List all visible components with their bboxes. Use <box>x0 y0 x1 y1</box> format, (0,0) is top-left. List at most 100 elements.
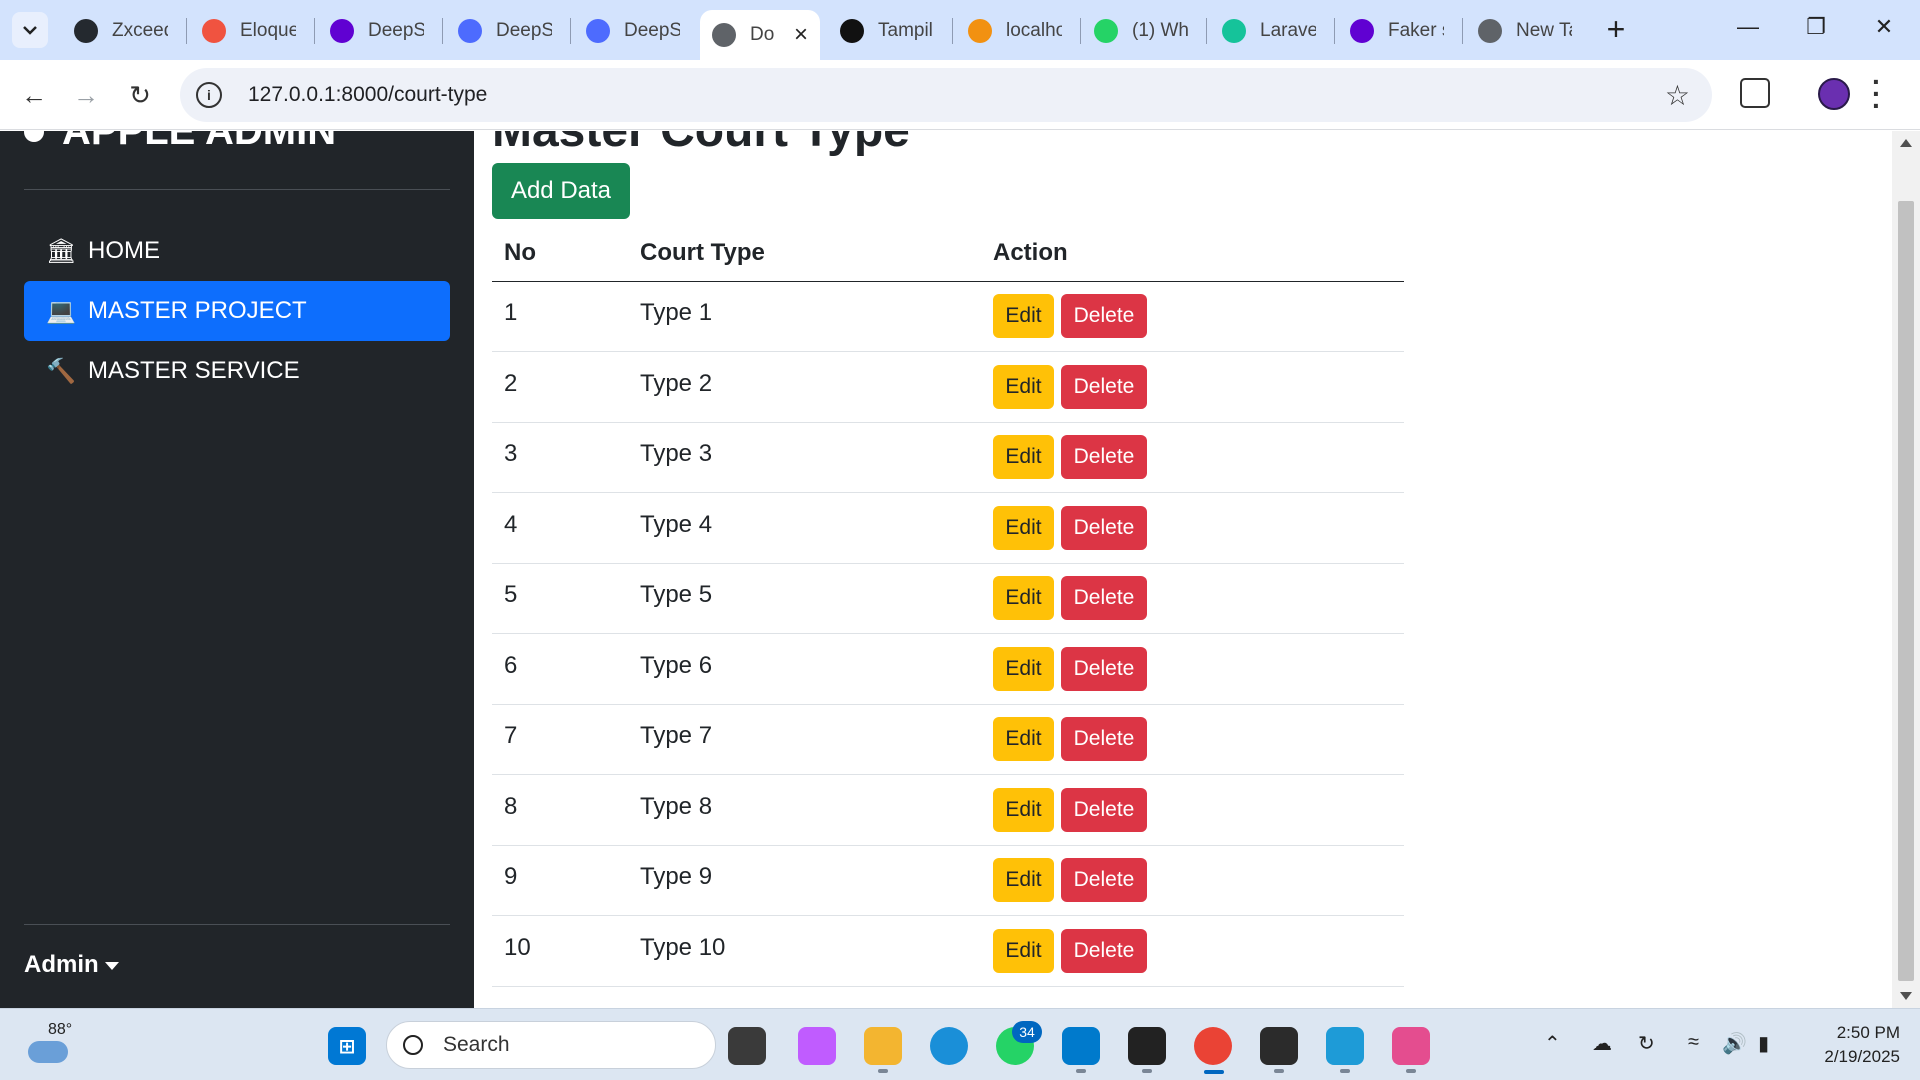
restore-button[interactable]: ❐ <box>1798 14 1834 46</box>
close-window-button[interactable]: ✕ <box>1866 14 1902 46</box>
action-cell: Edit Delete <box>981 422 1404 493</box>
browser-menu-icon[interactable]: · · · <box>1872 68 1881 120</box>
tab-separator <box>186 18 187 44</box>
add-data-button[interactable]: Add Data <box>492 163 630 219</box>
app-icon[interactable] <box>1392 1027 1430 1065</box>
browser-tab[interactable]: Do × <box>700 10 820 60</box>
brand[interactable]: APPLE ADMIN <box>24 131 336 154</box>
delete-button[interactable]: Delete <box>1061 294 1147 339</box>
browser-tab[interactable]: Laravel <box>1210 10 1328 52</box>
delete-button[interactable]: Delete <box>1061 787 1147 832</box>
extensions-icon[interactable] <box>1740 78 1770 108</box>
browser-tab[interactable]: Faker s <box>1338 10 1456 52</box>
browser-tab[interactable]: New Ta <box>1466 10 1584 52</box>
edit-button[interactable]: Edit <box>993 787 1054 832</box>
battery-icon[interactable]: ▮ <box>1758 1031 1769 1056</box>
scroll-down-icon[interactable] <box>1900 992 1912 1000</box>
terminal-icon[interactable] <box>1260 1027 1298 1065</box>
page-scrollbar[interactable] <box>1892 131 1920 1008</box>
row-number: 1 <box>492 281 628 352</box>
action-cell: Edit Delete <box>981 563 1404 634</box>
delete-button[interactable]: Delete <box>1061 435 1147 480</box>
browser-tab[interactable]: DeepSe <box>446 10 564 52</box>
edit-button[interactable]: Edit <box>993 294 1054 339</box>
chrome-icon[interactable] <box>1194 1027 1232 1065</box>
tab-title: localho <box>1006 20 1062 41</box>
sidebar-item-master-service[interactable]: 🔨 MASTER SERVICE <box>24 341 450 401</box>
delete-button[interactable]: Delete <box>1061 576 1147 621</box>
tab-title: Eloquer <box>240 20 296 41</box>
table-row: 1 Type 1 Edit Delete <box>492 281 1404 352</box>
profile-avatar[interactable] <box>1818 78 1850 110</box>
browser-tab[interactable]: (1) Wha <box>1082 10 1200 52</box>
file-explorer-icon[interactable] <box>864 1027 902 1065</box>
site-info-icon[interactable]: i <box>196 82 222 108</box>
sidebar-item-label: MASTER SERVICE <box>88 357 300 384</box>
edit-button[interactable]: Edit <box>993 858 1054 903</box>
browser-tab[interactable]: Eloquer <box>190 10 308 52</box>
bookmark-star-icon[interactable]: ☆ <box>1665 79 1690 112</box>
edit-button[interactable]: Edit <box>993 505 1054 550</box>
edit-button[interactable]: Edit <box>993 364 1054 409</box>
delete-button[interactable]: Delete <box>1061 505 1147 550</box>
vscode-icon[interactable] <box>1062 1027 1100 1065</box>
new-tab-button[interactable]: + <box>1598 12 1634 48</box>
browser-tab[interactable]: localho <box>956 10 1074 52</box>
edit-button[interactable]: Edit <box>993 646 1054 691</box>
column-header-court-type: Court Type <box>628 225 981 282</box>
edit-button[interactable]: Edit <box>993 576 1054 621</box>
omnibox[interactable]: i 127.0.0.1:8000/court-type ☆ <box>180 68 1712 122</box>
delete-button[interactable]: Delete <box>1061 928 1147 973</box>
running-indicator <box>1340 1069 1350 1073</box>
table-row: 7 Type 7 Edit Delete <box>492 704 1404 775</box>
taskbar: 88° ⊞ Search 34 ⌃ ☁ ↻ ≈ 🔊 ▮ 2:50 PM 2/19… <box>0 1008 1920 1080</box>
back-button[interactable]: ← <box>16 77 52 113</box>
taskbar-search[interactable]: Search <box>386 1021 716 1069</box>
copilot-icon[interactable] <box>798 1027 836 1065</box>
reload-button[interactable]: ↻ <box>122 77 158 113</box>
volume-icon[interactable]: 🔊 <box>1722 1031 1747 1056</box>
table-row: 2 Type 2 Edit Delete <box>492 351 1404 423</box>
start-menu-icon[interactable]: ⊞ <box>328 1027 366 1065</box>
sidebar-item-home[interactable]: 🏛 HOME <box>24 221 450 281</box>
scroll-up-icon[interactable] <box>1900 139 1912 147</box>
sync-icon[interactable]: ↻ <box>1638 1031 1655 1056</box>
delete-button[interactable]: Delete <box>1061 646 1147 691</box>
edit-button[interactable]: Edit <box>993 928 1054 973</box>
app-icon[interactable] <box>1326 1027 1364 1065</box>
sidebar-item-master-project[interactable]: 💻 MASTER PROJECT <box>24 281 450 341</box>
table-row: 10 Type 10 Edit Delete <box>492 915 1404 987</box>
edit-button[interactable]: Edit <box>993 435 1054 480</box>
delete-button[interactable]: Delete <box>1061 364 1147 409</box>
chevron-up-icon[interactable]: ⌃ <box>1544 1031 1561 1056</box>
edge-icon[interactable] <box>930 1027 968 1065</box>
sidebar-item-label: MASTER PROJECT <box>88 297 307 324</box>
browser-tab[interactable]: DeepSe <box>574 10 692 52</box>
laptop-icon: 💻 <box>46 297 76 325</box>
page-viewport: APPLE ADMIN 🏛 HOME 💻 MASTER PROJECT 🔨 MA… <box>0 131 1920 1008</box>
onedrive-icon[interactable]: ☁ <box>1592 1031 1612 1056</box>
browser-tab[interactable]: Zxceed <box>62 10 180 52</box>
delete-button[interactable]: Delete <box>1061 717 1147 762</box>
task-view-icon[interactable] <box>728 1027 766 1065</box>
apple-logo-icon <box>24 131 44 142</box>
app-icon[interactable] <box>1128 1027 1166 1065</box>
forward-button[interactable]: → <box>68 77 104 113</box>
wifi-icon[interactable]: ≈ <box>1688 1031 1699 1054</box>
action-cell: Edit Delete <box>981 915 1404 987</box>
court-type-cell: Type 1 <box>628 281 981 352</box>
caret-down-icon <box>104 961 119 970</box>
tab-separator <box>952 18 953 44</box>
tab-favicon-icon <box>968 19 992 43</box>
scrollbar-thumb[interactable] <box>1898 201 1914 981</box>
user-dropdown[interactable]: Admin <box>24 951 119 979</box>
close-tab-icon[interactable]: × <box>794 21 808 49</box>
browser-tab[interactable]: Tampilk <box>828 10 946 52</box>
delete-button[interactable]: Delete <box>1061 858 1147 903</box>
minimize-button[interactable]: — <box>1730 14 1766 46</box>
browser-tab[interactable]: DeepSe <box>318 10 436 52</box>
edit-button[interactable]: Edit <box>993 717 1054 762</box>
running-indicator <box>1274 1069 1284 1073</box>
system-clock[interactable]: 2:50 PM 2/19/2025 <box>1800 1021 1900 1069</box>
tab-search-button[interactable] <box>12 12 48 48</box>
